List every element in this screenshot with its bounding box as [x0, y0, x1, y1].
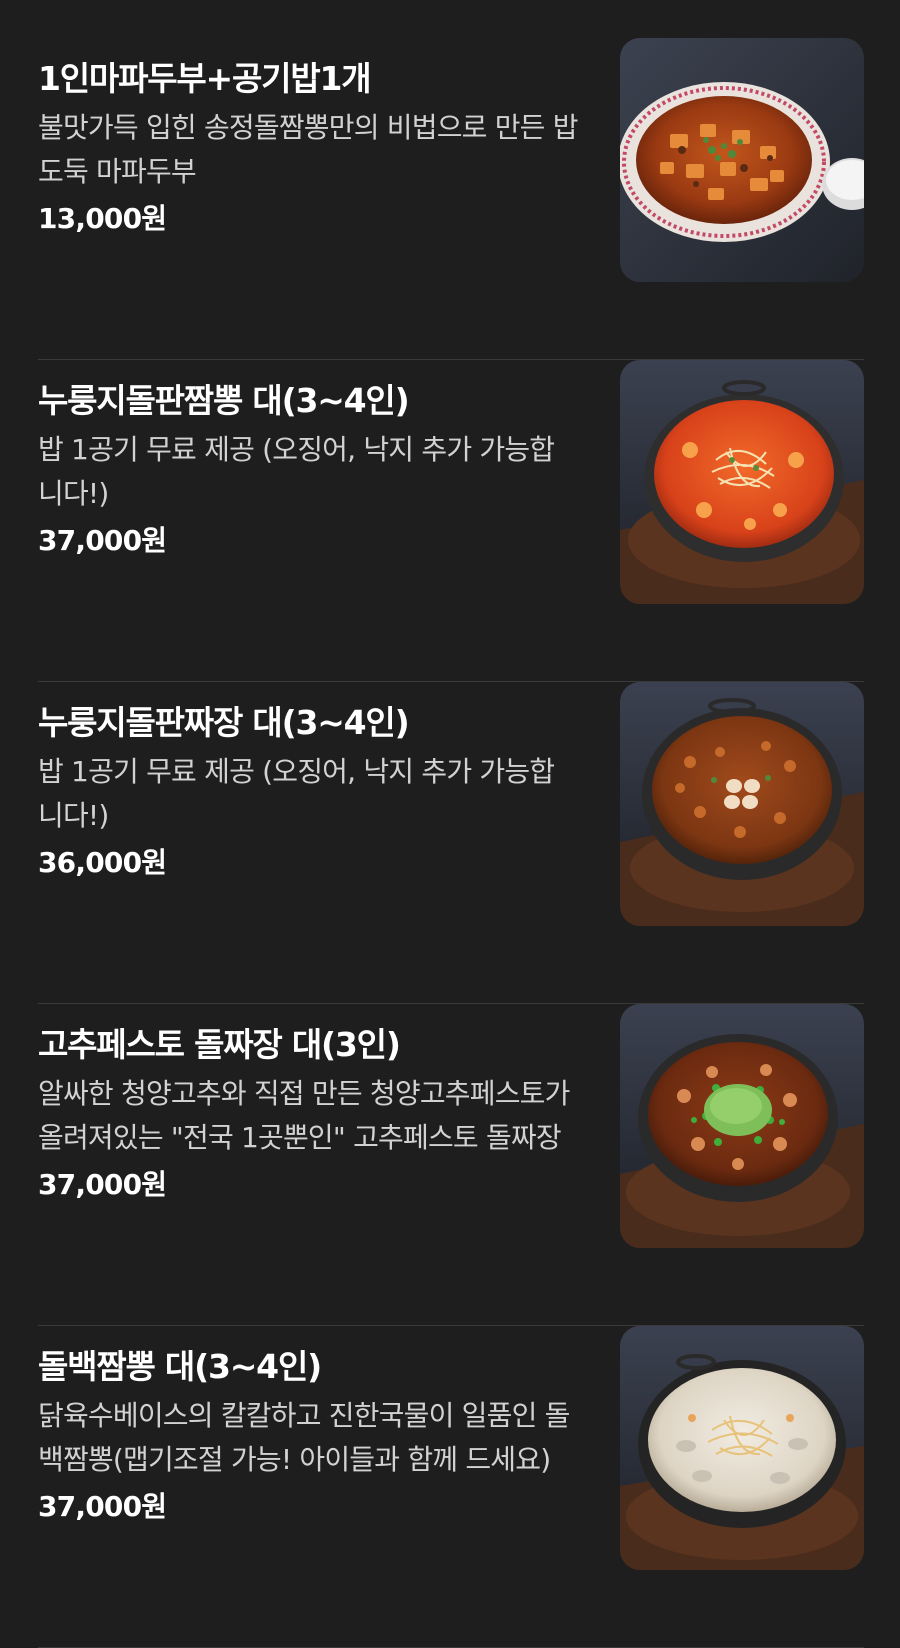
stone-pot-jjamppong-image — [620, 360, 864, 604]
menu-item-price: 37,000원 — [38, 1168, 167, 1201]
pepper-pesto-jjajang-photo[interactable] — [620, 1004, 864, 1248]
menu-item-text: 1인마파두부+공기밥1개 불맛가득 입힌 송정돌짬뽕만의 비법으로 만든 밥도둑… — [38, 56, 578, 242]
stone-pot-jjajang-photo[interactable] — [620, 682, 864, 926]
menu-item-nurungji-jjajang[interactable]: 누룽지돌판짜장 대(3~4인) 밥 1공기 무료 제공 (오징어, 낙지 추가 … — [38, 682, 864, 1004]
stone-pot-jjajang-image — [620, 682, 864, 926]
menu-item-description: 불맛가득 입힌 송정돌짬뽕만의 비법으로 만든 밥도둑 마파두부 — [38, 111, 578, 188]
menu-item-description: 알싸한 청양고추와 직접 만든 청양고추페스토가 올려져있는 "전국 1곳뿐인"… — [38, 1077, 570, 1154]
menu-item-text: 누룽지돌판짬뽕 대(3~4인) 밥 1공기 무료 제공 (오징어, 낙지 추가 … — [38, 378, 578, 564]
white-jjamppong-image — [620, 1326, 864, 1570]
white-jjamppong-photo[interactable] — [620, 1326, 864, 1570]
menu-item-description: 닭육수베이스의 칼칼하고 진한국물이 일품인 돌백짬뽕(맵기조절 가능! 아이들… — [38, 1399, 570, 1476]
menu-item-pepper-pesto-jjajang[interactable]: 고추페스토 돌짜장 대(3인) 알싸한 청양고추와 직접 만든 청양고추페스토가… — [38, 1004, 864, 1326]
pepper-pesto-jjajang-image — [620, 1004, 864, 1248]
menu-item-text: 돌백짬뽕 대(3~4인) 닭육수베이스의 칼칼하고 진한국물이 일품인 돌백짬뽕… — [38, 1344, 578, 1530]
menu-item-price: 36,000원 — [38, 846, 167, 879]
menu-item-price: 13,000원 — [38, 202, 167, 235]
menu-item-mapo-tofu[interactable]: 1인마파두부+공기밥1개 불맛가득 입힌 송정돌짬뽕만의 비법으로 만든 밥도둑… — [38, 38, 864, 360]
menu-item-name: 고추페스토 돌짜장 대(3인) — [38, 1025, 401, 1064]
menu-item-white-jjamppong[interactable]: 돌백짬뽕 대(3~4인) 닭육수베이스의 칼칼하고 진한국물이 일품인 돌백짬뽕… — [38, 1326, 864, 1648]
menu-item-name: 누룽지돌판짜장 대(3~4인) — [38, 703, 410, 742]
menu-list: 1인마파두부+공기밥1개 불맛가득 입힌 송정돌짬뽕만의 비법으로 만든 밥도둑… — [0, 0, 900, 1648]
menu-item-description: 밥 1공기 무료 제공 (오징어, 낙지 추가 가능합니다!) — [38, 755, 555, 832]
menu-item-name: 누룽지돌판짬뽕 대(3~4인) — [38, 381, 410, 420]
menu-item-name: 돌백짬뽕 대(3~4인) — [38, 1347, 322, 1386]
menu-item-text: 고추페스토 돌짜장 대(3인) 알싸한 청양고추와 직접 만든 청양고추페스토가… — [38, 1022, 578, 1208]
mapo-tofu-image — [620, 38, 864, 282]
menu-item-name: 1인마파두부+공기밥1개 — [38, 59, 372, 98]
menu-item-text: 누룽지돌판짜장 대(3~4인) 밥 1공기 무료 제공 (오징어, 낙지 추가 … — [38, 700, 578, 886]
menu-item-nurungji-jjamppong[interactable]: 누룽지돌판짬뽕 대(3~4인) 밥 1공기 무료 제공 (오징어, 낙지 추가 … — [38, 360, 864, 682]
menu-item-price: 37,000원 — [38, 524, 167, 557]
menu-item-price: 37,000원 — [38, 1490, 167, 1523]
mapo-tofu-photo[interactable] — [620, 38, 864, 282]
menu-item-description: 밥 1공기 무료 제공 (오징어, 낙지 추가 가능합니다!) — [38, 433, 555, 510]
stone-pot-jjamppong-photo[interactable] — [620, 360, 864, 604]
